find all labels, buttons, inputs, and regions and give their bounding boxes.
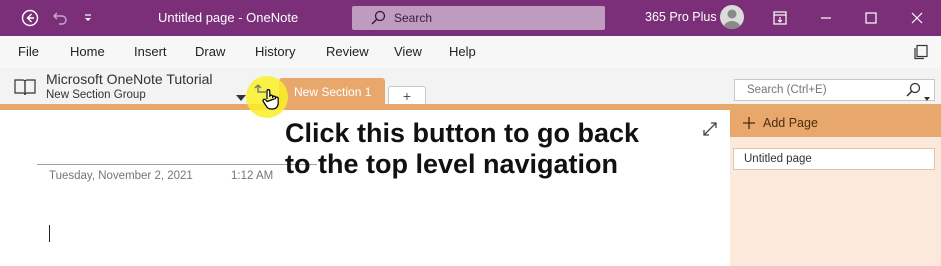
menu-home[interactable]: Home bbox=[70, 44, 105, 59]
add-section-button[interactable]: + bbox=[388, 86, 426, 105]
tab-new-section-1[interactable]: New Section 1 bbox=[279, 78, 385, 105]
ribbon-display-options-icon[interactable] bbox=[768, 0, 792, 36]
undo-icon[interactable] bbox=[48, 0, 72, 36]
menu-file[interactable]: File bbox=[18, 44, 39, 59]
annotation-line-1: Click this button to go back bbox=[285, 118, 640, 148]
add-page-label: Add Page bbox=[763, 116, 818, 130]
annotation-line-2: to the top level navigation bbox=[285, 149, 619, 179]
notebook-search-input[interactable] bbox=[735, 80, 907, 100]
add-page-button[interactable]: Add Page bbox=[730, 110, 941, 137]
account-name[interactable]: 365 Pro Plus bbox=[645, 10, 717, 24]
page-title-line bbox=[37, 164, 317, 165]
notebook-title[interactable]: Microsoft OneNote Tutorial bbox=[46, 71, 213, 87]
minimize-icon[interactable] bbox=[814, 0, 838, 36]
menu-view[interactable]: View bbox=[394, 44, 422, 59]
menu-history[interactable]: History bbox=[255, 44, 295, 59]
page-list-item[interactable]: Untitled page bbox=[733, 148, 935, 170]
plus-icon bbox=[742, 116, 756, 135]
search-input[interactable]: Search bbox=[352, 6, 605, 30]
avatar[interactable] bbox=[720, 5, 744, 29]
menu-draw[interactable]: Draw bbox=[195, 44, 225, 59]
menu-insert[interactable]: Insert bbox=[134, 44, 167, 59]
search-icon[interactable] bbox=[905, 82, 921, 103]
page-time: 1:12 AM bbox=[231, 170, 274, 182]
back-icon[interactable] bbox=[18, 0, 42, 36]
hand-cursor-icon bbox=[262, 88, 280, 115]
section-tab-label: New Section 1 bbox=[294, 85, 372, 99]
full-page-view-icon[interactable] bbox=[703, 122, 717, 141]
page-list-item-label: Untitled page bbox=[744, 153, 812, 165]
notebook-search-field bbox=[734, 79, 935, 101]
page-date: Tuesday, November 2, 2021 bbox=[49, 170, 193, 182]
notebook-icon[interactable] bbox=[14, 78, 36, 101]
search-icon bbox=[370, 10, 386, 26]
menu-review[interactable]: Review bbox=[326, 44, 369, 59]
text-caret bbox=[49, 225, 50, 242]
immersive-reader-icon[interactable] bbox=[910, 36, 932, 68]
close-icon[interactable] bbox=[905, 0, 929, 36]
section-group-name[interactable]: New Section Group bbox=[46, 89, 146, 101]
window-title: Untitled page - OneNote bbox=[158, 10, 299, 25]
customize-toolbar-icon[interactable] bbox=[80, 0, 96, 36]
maximize-icon[interactable] bbox=[859, 0, 883, 36]
search-label: Search bbox=[394, 11, 433, 25]
menu-help[interactable]: Help bbox=[449, 44, 476, 59]
tutorial-annotation: Click this button to go back to the top … bbox=[285, 118, 639, 180]
menu-bar: File Home Insert Draw History Review Vie… bbox=[0, 36, 941, 69]
title-bar: Untitled page - OneNote Search 365 Pro P… bbox=[0, 0, 941, 36]
